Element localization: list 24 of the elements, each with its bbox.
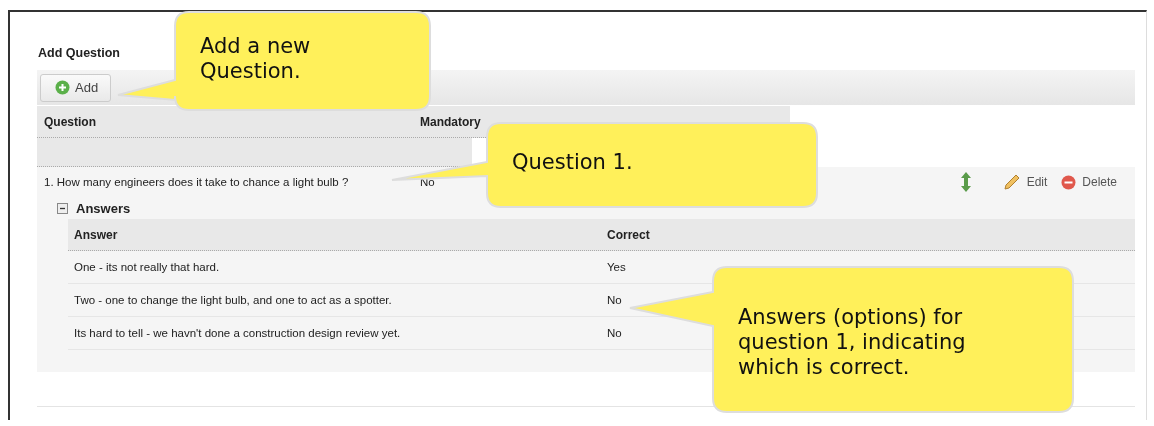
callout-text: Answers (options) for question 1, indicating which is correct. xyxy=(738,305,967,381)
vertical-arrows-icon[interactable] xyxy=(960,172,971,192)
callout-text: Question 1. xyxy=(512,150,634,176)
answer-text: Two - one to change the light bulb, and one to act as a spotter. xyxy=(73,294,393,306)
edit-button[interactable]: Edit xyxy=(1002,173,1048,191)
answer-text: Its hard to tell - we havn't done a construction design review yet. xyxy=(73,327,402,339)
minus-circle-icon xyxy=(1061,174,1077,190)
callout-text: Add a new Question. xyxy=(200,34,312,85)
delete-button[interactable]: Delete xyxy=(1061,174,1117,190)
pencil-icon xyxy=(1002,173,1021,191)
column-header: Question xyxy=(43,114,97,129)
column-header: Correct xyxy=(607,227,651,242)
answers-title: Answers xyxy=(76,200,131,216)
column-header: Mandatory xyxy=(420,114,481,129)
answer-text: One - its not really that hard. xyxy=(73,261,221,273)
correct-value: No xyxy=(607,327,623,339)
correct-value: Yes xyxy=(607,261,627,273)
section-title: Add Question xyxy=(38,46,120,60)
plus-circle-icon xyxy=(55,80,70,95)
question-text: 1. How many engineers does it take to chance a light bulb ? xyxy=(43,176,350,188)
column-header: Answer xyxy=(73,227,119,242)
add-button[interactable]: Add xyxy=(40,73,112,102)
correct-value: No xyxy=(607,294,623,306)
collapse-icon[interactable] xyxy=(57,202,68,214)
